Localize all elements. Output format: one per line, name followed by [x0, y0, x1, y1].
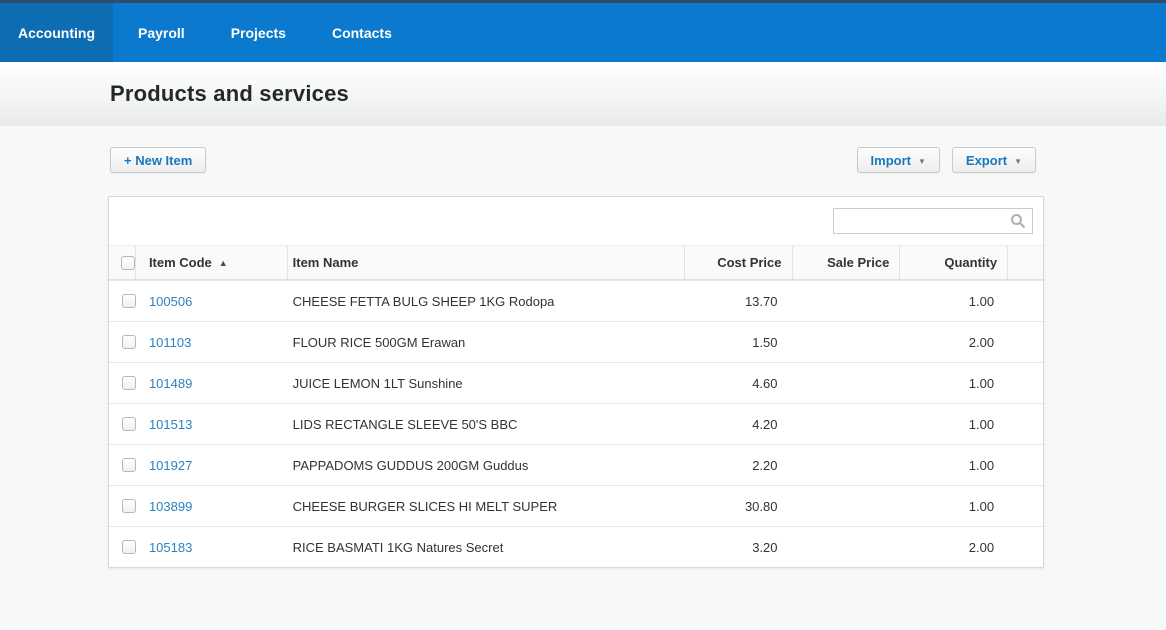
column-header-empty [1008, 246, 1043, 279]
table-row: 103899 CHEESE BURGER SLICES HI MELT SUPE… [109, 485, 1043, 526]
nav-tab-projects[interactable]: Projects [210, 3, 307, 62]
import-button-label: Import [870, 152, 911, 168]
cost-price: 30.80 [744, 498, 778, 514]
row-checkbox[interactable] [121, 540, 136, 554]
row-checkbox[interactable] [121, 417, 136, 431]
column-header-sale-price[interactable]: Sale Price [793, 246, 901, 279]
item-code-link[interactable]: 101927 [149, 458, 192, 473]
table-row: 105183 RICE BASMATI 1KG Natures Secret 3… [109, 526, 1043, 567]
export-button-label: Export [965, 152, 1008, 168]
quantity: 1.00 [968, 293, 995, 309]
import-export-group: Import ▼ Export ▼ [856, 147, 1036, 173]
nav-tab-payroll[interactable]: Payroll [117, 3, 206, 62]
cost-price: 1.50 [752, 334, 778, 350]
select-all-cell [109, 246, 136, 279]
column-header-cost-price[interactable]: Cost Price [685, 246, 793, 279]
row-checkbox[interactable] [121, 458, 136, 472]
export-button[interactable]: Export ▼ [951, 147, 1036, 173]
cost-price: 13.70 [744, 293, 778, 309]
cost-price: 2.20 [752, 457, 778, 473]
quantity: 1.00 [968, 498, 995, 514]
table-row: 101489 JUICE LEMON 1LT Sunshine 4.60 1.0… [109, 362, 1043, 403]
quantity: 1.00 [968, 375, 995, 391]
new-item-button[interactable]: + New Item [110, 147, 207, 173]
item-code-link[interactable]: 101489 [149, 376, 192, 391]
item-name: RICE BASMATI 1KG Natures Secret [292, 539, 504, 555]
magnifier-icon [1011, 214, 1026, 229]
title-band: Products and services [0, 62, 1166, 126]
chevron-down-icon: ▼ [917, 156, 926, 166]
item-code-link[interactable]: 100506 [149, 294, 192, 309]
toolbar: + New Item Import ▼ Export ▼ [110, 147, 1036, 173]
column-header-quantity[interactable]: Quantity [900, 246, 1009, 279]
row-checkbox[interactable] [121, 294, 136, 308]
item-code-link[interactable]: 101513 [149, 417, 192, 432]
item-code-link[interactable]: 105183 [149, 540, 192, 555]
cost-price: 4.60 [752, 375, 778, 391]
quantity: 1.00 [968, 416, 995, 432]
import-button[interactable]: Import ▼ [856, 147, 940, 173]
select-all-checkbox[interactable] [120, 255, 135, 270]
item-name: CHEESE BURGER SLICES HI MELT SUPER [292, 498, 558, 514]
item-name: CHEESE FETTA BULG SHEEP 1KG Rodopa [292, 293, 555, 309]
cost-price: 4.20 [752, 416, 778, 432]
sort-ascending-icon: ▲ [218, 257, 228, 268]
item-code-link[interactable]: 103899 [149, 499, 192, 514]
item-name: FLOUR RICE 500GM Erawan [292, 334, 466, 350]
column-header-item-name[interactable]: Item Name [288, 246, 685, 279]
main-navigation: Accounting Payroll Projects Contacts [0, 3, 1166, 62]
nav-tab-contacts[interactable]: Contacts [311, 3, 413, 62]
products-table-card: Item Code ▲ Item Name Cost Price Sale Pr… [108, 196, 1044, 568]
item-name: JUICE LEMON 1LT Sunshine [292, 375, 463, 391]
column-header-item-code-label: Item Code [148, 255, 212, 270]
table-row: 101103 FLOUR RICE 500GM Erawan 1.50 2.00 [109, 321, 1043, 362]
table-row: 101927 PAPPADOMS GUDDUS 200GM Guddus 2.2… [109, 444, 1043, 485]
item-name: LIDS RECTANGLE SLEEVE 50'S BBC [292, 416, 518, 432]
item-code-link[interactable]: 101103 [149, 335, 191, 350]
item-name: PAPPADOMS GUDDUS 200GM Guddus [292, 457, 529, 473]
table-row: 100506 CHEESE FETTA BULG SHEEP 1KG Rodop… [109, 280, 1043, 321]
row-checkbox[interactable] [121, 376, 136, 390]
table-row: 101513 LIDS RECTANGLE SLEEVE 50'S BBC 4.… [109, 403, 1043, 444]
row-checkbox[interactable] [121, 499, 136, 513]
quantity: 1.00 [968, 457, 995, 473]
chevron-down-icon: ▼ [1014, 156, 1022, 166]
table-search-row [109, 197, 1043, 245]
page-title: Products and services [110, 81, 349, 106]
search-input[interactable] [833, 208, 1033, 234]
cost-price: 3.20 [752, 539, 778, 555]
quantity: 2.00 [968, 539, 995, 555]
column-header-item-code[interactable]: Item Code ▲ [136, 246, 288, 279]
table-header: Item Code ▲ Item Name Cost Price Sale Pr… [109, 245, 1043, 280]
nav-tab-accounting[interactable]: Accounting [0, 3, 113, 62]
quantity: 2.00 [968, 334, 995, 350]
row-checkbox[interactable] [121, 335, 136, 349]
